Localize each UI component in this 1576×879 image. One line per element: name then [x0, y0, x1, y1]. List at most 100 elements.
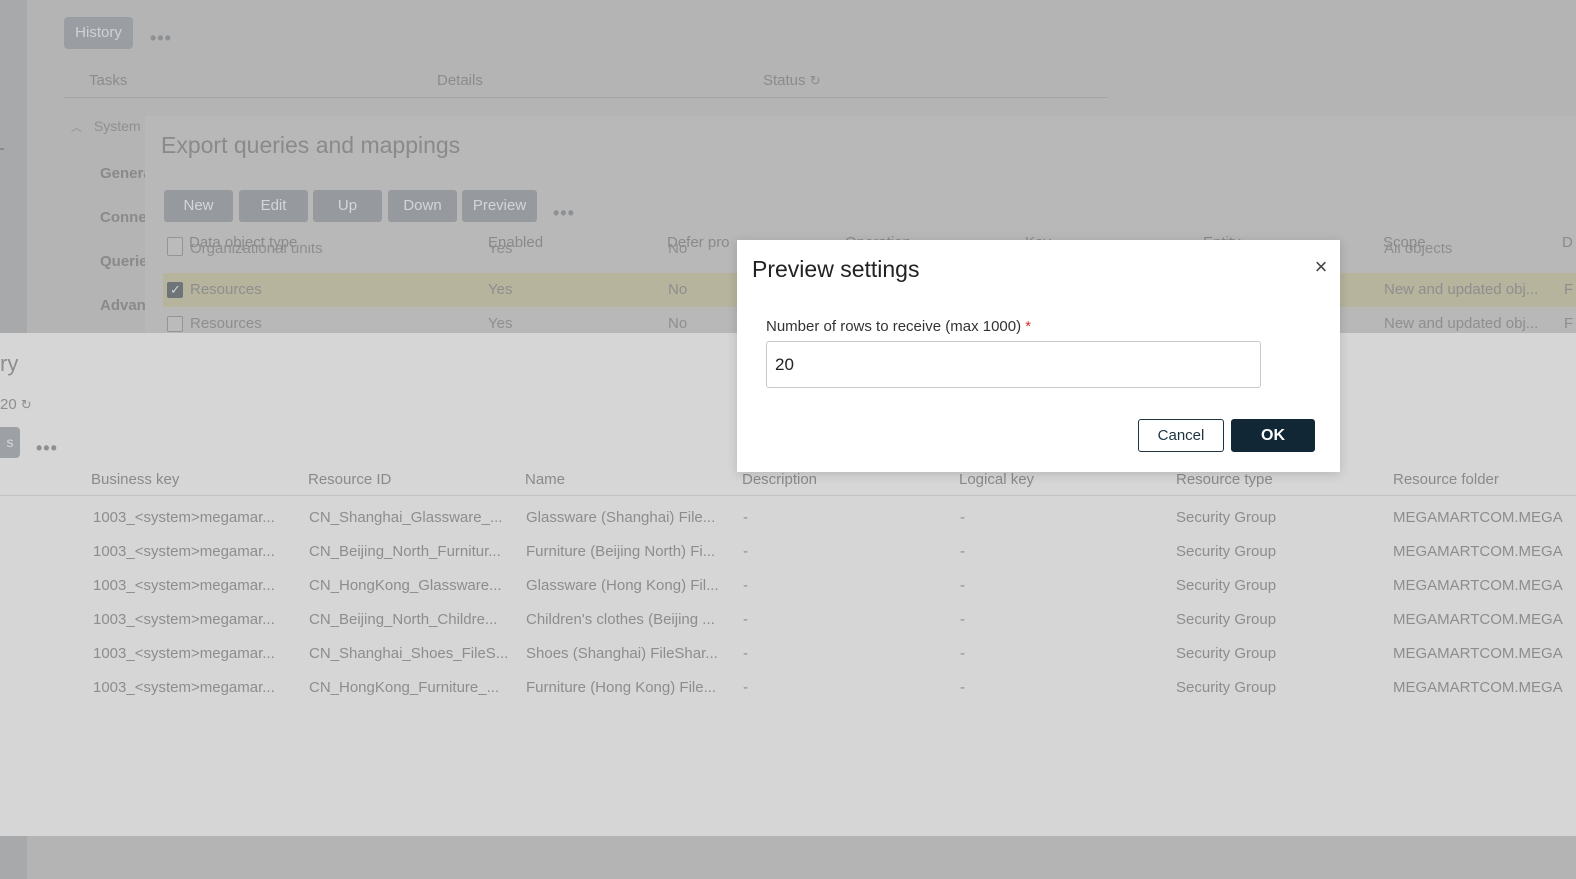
cell-logical-key: - [960, 543, 965, 560]
cell-tail: F [1564, 281, 1574, 298]
cell-logical-key: - [960, 645, 965, 662]
cell-description: - [743, 509, 748, 526]
history-tab-button[interactable]: History [64, 17, 133, 49]
more-options-icon[interactable]: ••• [36, 438, 58, 459]
cell-resource-folder: MEGAMARTCOM.MEGA [1393, 679, 1563, 696]
cell-business-key: 1003_<system>megamar... [93, 509, 275, 526]
rail-marker [0, 148, 4, 150]
cell-type: Resources [190, 315, 262, 332]
cell-defer: No [668, 315, 688, 332]
col-description[interactable]: Description [742, 471, 817, 488]
cell-business-key: 1003_<system>megamar... [93, 577, 275, 594]
cell-type: Organizational units [190, 244, 323, 257]
tasks-column-header: Tasks [89, 72, 128, 89]
table-row[interactable]: 1003_<system>megamar... CN_HongKong_Glass… [0, 577, 1576, 597]
cell-resource-type: Security Group [1176, 543, 1277, 560]
col-logical-key[interactable]: Logical key [959, 471, 1034, 488]
table-row[interactable]: 1003_<system>megamar... CN_Beijing_North_… [0, 543, 1576, 563]
down-button[interactable]: Down [388, 190, 457, 222]
row-count-value: 20 [0, 396, 17, 413]
cell-resource-folder: MEGAMARTCOM.MEGA [1393, 577, 1563, 594]
preview-button[interactable]: Preview [462, 190, 537, 222]
cell-name: Glassware (Hong Kong) Fil... [526, 577, 719, 594]
more-options-icon[interactable]: ••• [150, 28, 172, 49]
row-checkbox[interactable] [167, 316, 183, 332]
refresh-icon[interactable]: ↻ [810, 73, 821, 88]
cell-resource-id: CN_Beijing_North_Childre... [309, 611, 498, 628]
header-divider [0, 495, 1576, 496]
col-name[interactable]: Name [525, 471, 565, 488]
new-button[interactable]: New [164, 190, 233, 222]
cell-name: Furniture (Beijing North) Fi... [526, 543, 716, 560]
refresh-icon[interactable]: ↻ [21, 397, 32, 412]
cell-resource-type: Security Group [1176, 679, 1277, 696]
cell-resource-type: Security Group [1176, 645, 1277, 662]
cell-resource-folder: MEGAMARTCOM.MEGA [1393, 645, 1563, 662]
cell-enabled: Yes [488, 244, 513, 257]
cell-resource-id: CN_Shanghai_Shoes_FileS... [309, 645, 509, 662]
cell-business-key: 1003_<system>megamar... [93, 679, 275, 696]
cell-resource-type: Security Group [1176, 611, 1277, 628]
cell-resource-id: CN_Beijing_North_Furnitur... [309, 543, 501, 560]
cell-logical-key: - [960, 577, 965, 594]
cell-enabled: Yes [488, 315, 513, 332]
cell-logical-key: - [960, 679, 965, 696]
close-icon[interactable]: × [1311, 256, 1331, 278]
preview-action-button[interactable]: s [0, 427, 20, 458]
cell-resource-id: CN_HongKong_Furniture_... [309, 679, 500, 696]
more-options-icon[interactable]: ••• [553, 203, 575, 224]
ok-button[interactable]: OK [1231, 419, 1315, 452]
row-checkbox[interactable] [167, 244, 183, 256]
table-row[interactable]: 1003_<system>megamar... CN_Beijing_North_… [0, 611, 1576, 631]
cell-logical-key: - [960, 509, 965, 526]
status-column-header: Status ↻ [763, 72, 821, 89]
cancel-button[interactable]: Cancel [1138, 419, 1224, 452]
cell-scope: New and updated obj... [1384, 281, 1539, 298]
table-row[interactable]: 1003_<system>megamar... CN_Shanghai_Glass… [0, 509, 1576, 529]
cell-name: Furniture (Hong Kong) File... [526, 679, 717, 696]
export-panel-title: Export queries and mappings [161, 132, 461, 158]
cell-enabled: Yes [488, 281, 513, 298]
dialog-title: Preview settings [752, 256, 920, 282]
cell-defer: No [668, 244, 688, 257]
cell-tail: F [1564, 315, 1574, 332]
cell-name: Children's clothes (Beijing ... [526, 611, 715, 628]
table-row[interactable]: 1003_<system>megamar... CN_Shanghai_Shoes… [0, 645, 1576, 665]
cell-description: - [743, 679, 748, 696]
cell-description: - [743, 577, 748, 594]
preview-panel-title: ry [0, 351, 19, 376]
required-marker: * [1025, 318, 1032, 335]
col-resource-type[interactable]: Resource type [1176, 471, 1273, 488]
cell-resource-id: CN_HongKong_Glassware... [309, 577, 502, 594]
rows-field-label: Number of rows to receive (max 1000) * [766, 318, 1031, 335]
col-resource-folder[interactable]: Resource folder [1393, 471, 1499, 488]
up-button[interactable]: Up [313, 190, 382, 222]
col-business-key[interactable]: Business key [91, 471, 179, 488]
cell-description: - [743, 543, 748, 560]
row-checkbox[interactable] [167, 282, 183, 298]
cell-description: - [743, 645, 748, 662]
cell-business-key: 1003_<system>megamar... [93, 611, 275, 628]
cell-description: - [743, 611, 748, 628]
rows-to-receive-input[interactable] [766, 341, 1261, 388]
col-resource-id[interactable]: Resource ID [308, 471, 391, 488]
cell-resource-id: CN_Shanghai_Glassware_... [309, 509, 503, 526]
table-row[interactable]: 1003_<system>megamar... CN_HongKong_Furni… [0, 679, 1576, 699]
cell-scope: New and updated obj... [1384, 315, 1539, 332]
chevron-up-icon: ︿ [71, 122, 82, 134]
rows-field-label-text: Number of rows to receive (max 1000) [766, 318, 1022, 335]
cell-business-key: 1003_<system>megamar... [93, 645, 275, 662]
details-column-header: Details [437, 72, 483, 89]
system-section-label: System [93, 118, 141, 134]
cell-defer: No [668, 281, 688, 298]
cell-scope: All objects [1384, 244, 1453, 257]
status-header-label: Status [763, 72, 806, 89]
cell-resource-type: Security Group [1176, 509, 1277, 526]
preview-settings-dialog: Preview settings × Number of rows to rec… [737, 240, 1340, 472]
edit-button[interactable]: Edit [239, 190, 308, 222]
cell-resource-folder: MEGAMARTCOM.MEGA [1393, 543, 1563, 560]
cell-type: Resources [190, 281, 262, 298]
system-section[interactable]: ︿ System [71, 118, 141, 135]
cell-logical-key: - [960, 611, 965, 628]
cell-name: Glassware (Shanghai) File... [526, 509, 716, 526]
